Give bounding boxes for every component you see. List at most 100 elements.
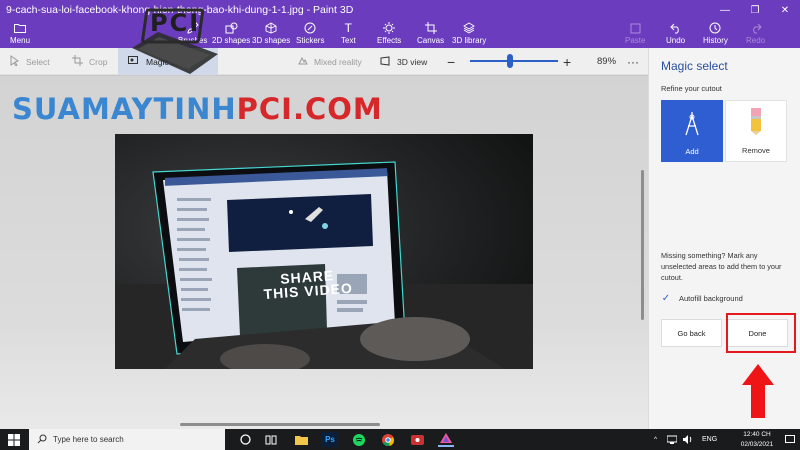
3d-view-label: 3D view (397, 56, 428, 67)
menu-label: Menu (10, 36, 31, 45)
autofill-background-checkbox[interactable]: ✓ Autofill background (661, 292, 743, 304)
zoom-slider-thumb[interactable] (506, 54, 513, 68)
spotify-icon[interactable] (351, 432, 367, 447)
more-options-button[interactable]: ··· (627, 48, 639, 75)
minimize-button[interactable]: — (710, 0, 740, 20)
canvas-label: Canvas (417, 36, 445, 45)
done-highlight-box (726, 313, 796, 353)
history-icon (709, 20, 721, 35)
paint3d-window: 9-cach-sua-loi-facebook-khong-hien-thong… (0, 0, 800, 450)
2d-shapes-icon (225, 20, 238, 35)
redo-button[interactable]: Redo (746, 20, 765, 48)
3d-library-icon (463, 20, 475, 35)
paint3d-taskbar-icon[interactable] (438, 432, 454, 447)
remove-button[interactable]: Remove (725, 100, 787, 162)
show-hidden-icons[interactable]: ^ (654, 429, 657, 450)
effects-label: Effects (377, 36, 402, 45)
crop-label: Crop (89, 56, 108, 67)
photoshop-icon[interactable]: Ps (322, 432, 338, 447)
compass-icon (683, 111, 701, 139)
zoom-in-button[interactable]: + (563, 48, 571, 75)
clock-date: 02/03/2021 (740, 440, 774, 448)
panel-subtitle: Refine your cutout (661, 84, 722, 93)
mixed-reality-label: Mixed reality (314, 56, 362, 67)
close-button[interactable]: ✕ (770, 0, 800, 20)
recorder-icon[interactable] (409, 432, 425, 447)
effects-button[interactable]: Effects (377, 20, 401, 48)
taskbar: Type here to search Ps ^ ENG 12:40 CH 02… (0, 429, 800, 450)
horizontal-scrollbar[interactable] (180, 423, 380, 426)
select-tool[interactable]: Select (10, 48, 50, 75)
notifications-icon[interactable] (785, 429, 795, 450)
checkmark-icon: ✓ (661, 292, 671, 304)
undo-label: Undo (666, 36, 686, 45)
history-label: History (703, 36, 728, 45)
3d-shapes-icon (265, 20, 277, 35)
eraser-icon (748, 106, 764, 138)
canvas-button[interactable]: Canvas (417, 20, 444, 48)
zoom-slider[interactable] (470, 60, 558, 62)
language-indicator[interactable]: ENG (702, 429, 717, 450)
video-headline: SHARE THIS VIDEO (262, 267, 353, 302)
canvas-image[interactable]: SHARE THIS VIDEO (115, 134, 533, 369)
task-view-icon[interactable] (263, 432, 279, 447)
folder-icon (14, 20, 26, 35)
add-button[interactable]: Add (661, 100, 723, 162)
taskbar-search-box[interactable]: Type here to search (29, 429, 225, 450)
undo-button[interactable]: Undo (666, 20, 685, 48)
3d-shapes-button[interactable]: 3D shapes (252, 20, 290, 48)
3d-library-label: 3D library (452, 36, 487, 45)
magic-select-panel: Magic select Refine your cutout Add Remo… (648, 48, 800, 429)
crop-tool[interactable]: Crop (72, 48, 107, 75)
laptop-photo (115, 134, 533, 369)
text-button[interactable]: T Text (341, 20, 356, 48)
menu-button[interactable]: Menu (10, 20, 30, 48)
paste-button[interactable]: Paste (625, 20, 645, 48)
add-label: Add (685, 147, 699, 156)
stickers-button[interactable]: Stickers (296, 20, 324, 48)
paste-label: Paste (625, 36, 646, 45)
text-label: Text (341, 36, 356, 45)
watermark-text: SUAMAYTINHPCI.COM (12, 92, 383, 126)
history-button[interactable]: History (703, 20, 728, 48)
go-back-label: Go back (677, 328, 706, 338)
stickers-label: Stickers (296, 36, 325, 45)
watermark-text-part1: SUAMAYTINH (12, 92, 237, 126)
redo-icon (750, 20, 762, 35)
red-arrow-annotation (742, 364, 774, 418)
chrome-icon[interactable] (380, 432, 396, 447)
vertical-scrollbar[interactable] (641, 170, 644, 320)
3d-library-button[interactable]: 3D library (452, 20, 486, 48)
paste-icon (630, 20, 641, 35)
effects-icon (383, 20, 396, 35)
pci-logo-text: PCI (150, 9, 201, 37)
zoom-out-button[interactable]: − (447, 48, 455, 75)
select-label: Select (26, 56, 50, 67)
mixed-reality-icon (298, 56, 308, 68)
window-title: 9-cach-sua-loi-facebook-khong-hien-thong… (6, 4, 354, 16)
network-icon[interactable] (667, 429, 677, 450)
mixed-reality-tool[interactable]: Mixed reality (298, 48, 362, 75)
hint-text: Missing something? Mark any unselected a… (661, 251, 782, 282)
zoom-value: 89% (597, 56, 617, 67)
text-icon: T (344, 20, 352, 35)
maximize-button[interactable]: ❐ (740, 0, 770, 20)
search-placeholder: Type here to search (53, 435, 124, 444)
sticker-icon (304, 20, 316, 35)
autofill-label: Autofill background (679, 293, 743, 303)
3d-view-icon (380, 55, 391, 68)
cortana-icon[interactable] (237, 432, 253, 447)
remove-label: Remove (742, 146, 770, 155)
go-back-button[interactable]: Go back (661, 319, 722, 347)
redo-label: Redo (746, 36, 766, 45)
undo-icon (669, 20, 682, 35)
cursor-icon (10, 55, 20, 68)
taskbar-clock[interactable]: 12:40 CH 02/03/2021 (733, 430, 781, 449)
canvas-icon (424, 20, 437, 35)
volume-icon[interactable] (683, 429, 693, 450)
clock-time: 12:40 CH (743, 431, 771, 438)
file-explorer-icon[interactable] (293, 432, 309, 447)
3d-shapes-label: 3D shapes (252, 36, 291, 45)
windows-start-icon[interactable] (8, 434, 20, 446)
3d-view-toggle[interactable]: 3D view (380, 48, 427, 75)
